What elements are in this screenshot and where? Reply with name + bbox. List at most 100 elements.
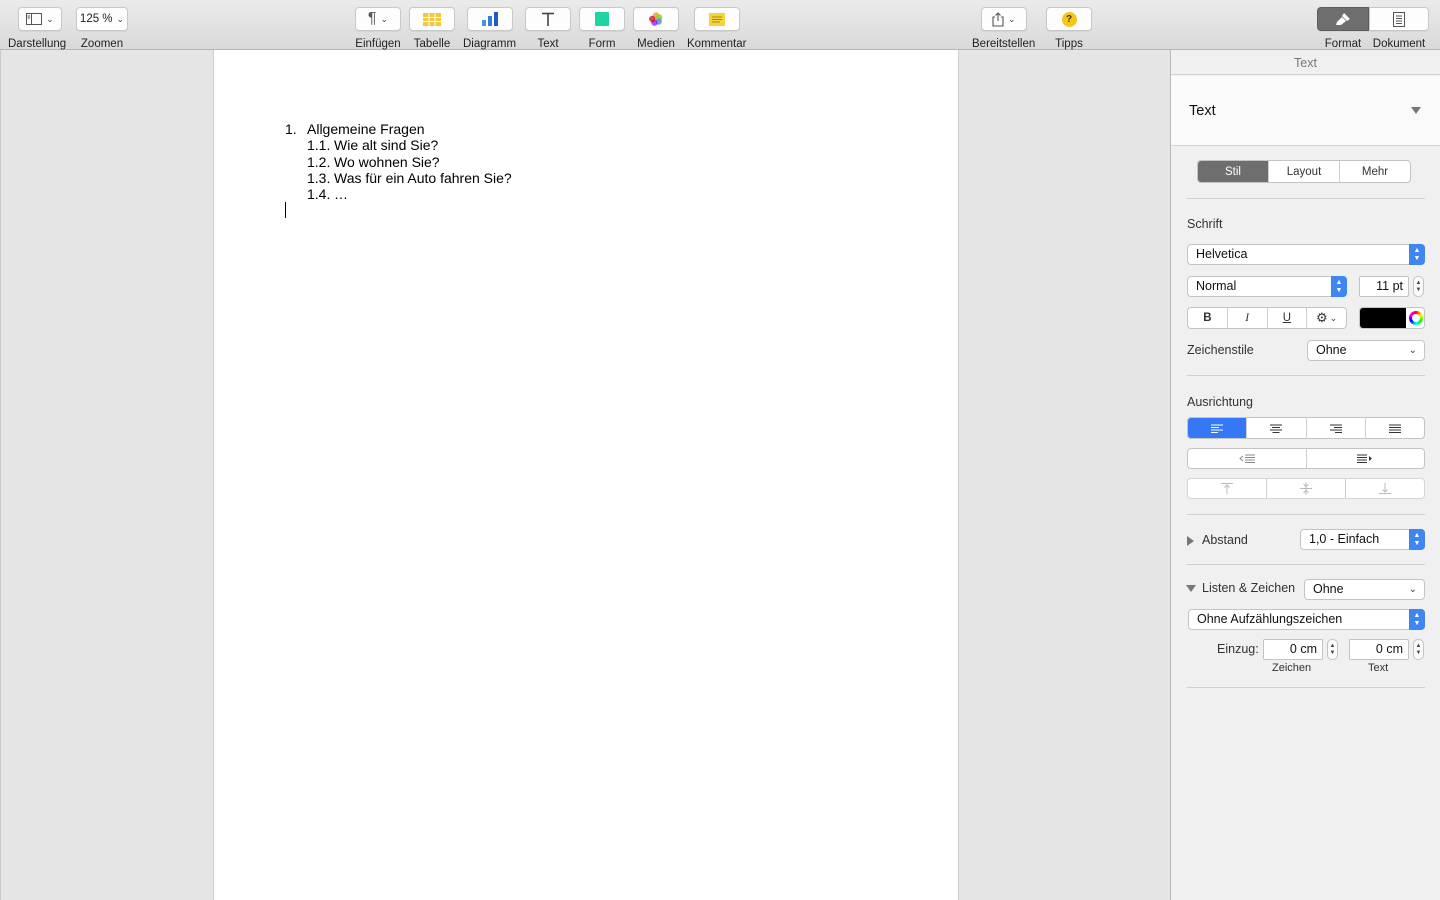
align-justify-icon [1388, 424, 1401, 433]
tab-layout[interactable]: Layout [1269, 161, 1340, 182]
indent-chars-field[interactable]: 0 cm [1263, 639, 1323, 660]
paragraph-style-popup[interactable]: Text [1171, 76, 1440, 146]
tab-stil[interactable]: Stil [1198, 161, 1269, 182]
text-caret [285, 202, 286, 218]
char-styles-popup[interactable]: Ohne ⌄ [1307, 340, 1425, 361]
indent-text-field[interactable]: 0 cm [1349, 639, 1409, 660]
tips-control[interactable]: ? Tipps [1046, 7, 1092, 51]
bold-button[interactable]: B [1188, 308, 1228, 328]
lists-value: Ohne [1313, 582, 1344, 596]
numbered-list[interactable]: 1. Allgemeine Fragen 1.1. Wie alt sind S… [285, 121, 512, 202]
table-label: Tabelle [413, 38, 451, 50]
list-item-text: Wo wohnen Sie? [334, 153, 440, 170]
font-size-field[interactable]: 11 pt [1359, 276, 1409, 297]
lists-label: Listen & Zeichen [1202, 581, 1296, 595]
insert-button[interactable]: ¶ ⌄ [355, 7, 401, 31]
list-item[interactable]: 1.2. Wo wohnen Sie? [285, 154, 512, 170]
list-item-number: 1.2. [307, 153, 331, 170]
insert-label: Einfügen [355, 38, 401, 50]
font-size-stepper[interactable]: ▲ ▼ [1413, 276, 1424, 297]
insert-control[interactable]: ¶ ⌄ Einfügen [355, 7, 401, 51]
table-control[interactable]: Tabelle [409, 7, 455, 51]
char-styles-value: Ohne [1316, 343, 1347, 357]
text-color-well[interactable] [1359, 307, 1425, 329]
zoom-popup[interactable]: 125 % ⌄ [76, 7, 128, 31]
document-button[interactable] [1369, 7, 1429, 31]
inspector-tabs[interactable]: Stil Layout Mehr [1197, 160, 1411, 183]
chevron-down-icon: ⌄ [1007, 13, 1016, 24]
comment-control[interactable]: Kommentar [687, 7, 746, 51]
disclosure-triangle-right-icon[interactable] [1187, 536, 1194, 546]
decrease-indent-button[interactable] [1188, 449, 1307, 468]
align-center-button[interactable] [1247, 418, 1307, 438]
text-button[interactable] [525, 7, 571, 31]
italic-button[interactable]: I [1228, 308, 1268, 328]
list-item[interactable]: 1. Allgemeine Fragen [285, 121, 512, 137]
document-control[interactable]: Dokument [1369, 7, 1429, 51]
help-icon-glyph: ? [1065, 13, 1073, 25]
share-control[interactable]: ⌄ Bereitstellen [972, 7, 1035, 51]
bullets-popup[interactable]: Ohne Aufzählungszeichen ▲ ▼ [1188, 609, 1425, 630]
chevron-down-icon: ⌄ [1329, 312, 1338, 323]
shape-button[interactable] [579, 7, 625, 31]
indent-buttons[interactable] [1187, 448, 1425, 469]
indent-label: Einzug: [1217, 642, 1259, 656]
font-typeface-popup[interactable]: Normal ▲ ▼ [1187, 276, 1347, 297]
list-item[interactable]: 1.4. … [285, 186, 512, 202]
list-item-number: 1. [285, 121, 297, 137]
spacing-popup[interactable]: 1,0 - Einfach ▲ ▼ [1300, 529, 1425, 550]
text-style-buttons[interactable]: B I U ⚙ ⌄ [1187, 307, 1347, 329]
shape-label: Form [588, 38, 616, 50]
align-left-button[interactable] [1188, 418, 1248, 438]
lists-popup[interactable]: Ohne ⌄ [1304, 579, 1425, 600]
tab-mehr[interactable]: Mehr [1340, 161, 1410, 182]
photos-icon [649, 12, 663, 26]
comment-button[interactable] [693, 7, 740, 31]
table-button[interactable] [409, 7, 455, 31]
document-canvas[interactable]: 1. Allgemeine Fragen 1.1. Wie alt sind S… [0, 50, 1170, 900]
format-control[interactable]: Format [1317, 7, 1369, 51]
indent-chars-stepper[interactable]: ▲ ▼ [1327, 639, 1338, 660]
increase-indent-button[interactable] [1307, 449, 1425, 468]
alignment-buttons[interactable] [1187, 417, 1425, 439]
view-control[interactable]: ⌄ Darstellung [8, 7, 66, 51]
format-button[interactable] [1317, 7, 1369, 31]
zoom-value: 125 % [79, 13, 113, 25]
media-button[interactable] [633, 7, 679, 31]
vertical-alignment-buttons[interactable] [1187, 478, 1425, 499]
shape-control[interactable]: Form [579, 7, 625, 51]
font-family-popup[interactable]: Helvetica ▲ ▼ [1187, 244, 1425, 265]
bullets-value: Ohne Aufzählungszeichen [1197, 612, 1343, 626]
align-justify-button[interactable] [1366, 418, 1424, 438]
text-control[interactable]: Text [525, 7, 571, 51]
align-bottom-button[interactable] [1346, 479, 1424, 498]
text-options-button[interactable]: ⚙ ⌄ [1307, 308, 1346, 328]
list-item[interactable]: 1.1. Wie alt sind Sie? [285, 137, 512, 153]
font-size-value: 11 pt [1376, 279, 1403, 293]
alignment-section-label: Ausrichtung [1187, 395, 1254, 409]
underline-button[interactable]: U [1268, 308, 1308, 328]
tips-button[interactable]: ? [1046, 7, 1092, 31]
align-top-button[interactable] [1188, 479, 1267, 498]
disclosure-triangle-down-icon[interactable] [1186, 585, 1196, 592]
chart-control[interactable]: Diagramm [463, 7, 516, 51]
indent-text-stepper[interactable]: ▲ ▼ [1413, 639, 1424, 660]
divider [1187, 375, 1425, 376]
document-page[interactable]: 1. Allgemeine Fragen 1.1. Wie alt sind S… [213, 50, 959, 900]
chart-label: Diagramm [463, 38, 517, 50]
chart-button[interactable] [466, 7, 513, 31]
list-item[interactable]: 1.3. Was für ein Auto fahren Sie? [285, 170, 512, 186]
increase-indent-icon [1357, 454, 1373, 463]
media-control[interactable]: Medien [633, 7, 679, 51]
align-right-button[interactable] [1307, 418, 1366, 438]
view-button[interactable]: ⌄ [18, 7, 63, 31]
share-button[interactable]: ⌄ [980, 7, 1027, 31]
indent-text-value: 0 cm [1375, 642, 1403, 656]
align-center-icon [1270, 424, 1283, 433]
disclosure-triangle-icon[interactable] [1411, 107, 1421, 114]
share-label: Bereitstellen [972, 38, 1036, 50]
color-wheel-icon[interactable] [1409, 311, 1423, 325]
decrease-indent-icon [1238, 454, 1255, 463]
zoom-control[interactable]: 125 % ⌄ Zoomen [76, 7, 128, 51]
align-middle-button[interactable] [1267, 479, 1346, 498]
